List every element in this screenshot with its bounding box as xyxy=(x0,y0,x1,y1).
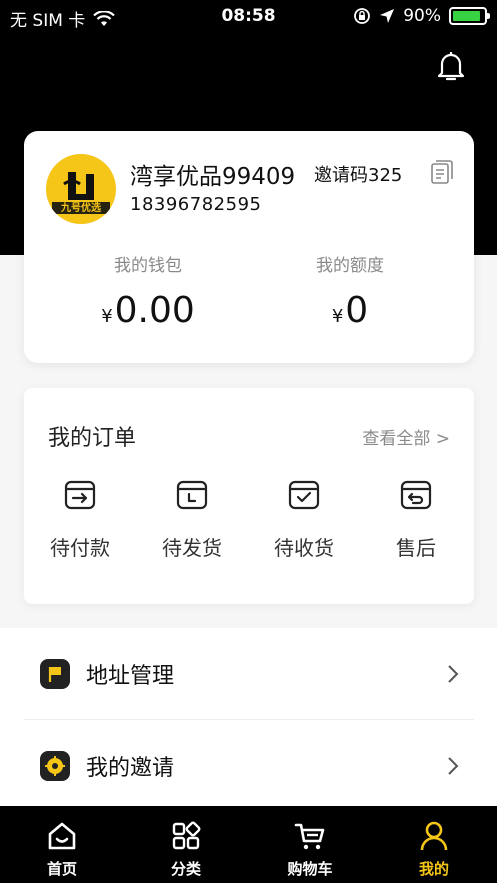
tab-profile[interactable]: 我的 xyxy=(372,806,496,883)
pending-payment-icon xyxy=(64,480,96,510)
menu-label: 我的邀请 xyxy=(86,756,175,781)
order-pending-payment[interactable]: 待付款 xyxy=(24,478,136,561)
orders-title: 我的订单 xyxy=(48,426,137,451)
wallet-value: 0.00 xyxy=(114,290,195,331)
order-label: 待付款 xyxy=(50,536,110,560)
order-pending-receipt[interactable]: 待收货 xyxy=(248,478,360,561)
battery-level xyxy=(453,11,480,21)
pending-shipment-icon xyxy=(176,480,208,510)
battery-percent: 90% xyxy=(403,6,441,26)
chevron-right-icon xyxy=(448,664,459,683)
after-sales-icon xyxy=(400,480,432,510)
order-pending-shipment[interactable]: 待发货 xyxy=(136,478,248,561)
invite-icon xyxy=(40,751,70,781)
status-right: 90% xyxy=(353,6,490,26)
order-label: 待收货 xyxy=(274,536,334,560)
chevron-right-icon xyxy=(448,757,459,775)
category-icon xyxy=(172,821,201,850)
home-icon xyxy=(48,822,76,850)
status-bar: 无 SIM 卡 08:58 90% xyxy=(0,0,497,34)
profile-card: 九号优选 湾享优品99409 邀请码325 18396782595 我的钱包 ¥… xyxy=(24,131,474,363)
tab-bar: 首页 分类 购物车 我的 xyxy=(0,806,497,883)
view-all-orders-link[interactable]: 查看全部 > xyxy=(362,424,450,449)
profile-icon xyxy=(420,821,448,851)
order-label: 售后 xyxy=(396,536,436,560)
tab-label: 分类 xyxy=(170,860,201,878)
battery-icon xyxy=(449,7,490,25)
tab-category[interactable]: 分类 xyxy=(124,806,248,883)
avatar-logo-text: 九号优选 xyxy=(61,203,101,214)
quota-label: 我的额度 xyxy=(316,256,384,276)
pending-receipt-icon xyxy=(288,480,320,510)
wallet-stat[interactable]: 我的钱包 ¥0.00 xyxy=(48,251,248,331)
quota-currency: ¥ xyxy=(331,306,344,327)
bell-icon[interactable] xyxy=(436,50,466,82)
orders-card: 我的订单 查看全部 > 待付款 待发货 待收货 售后 xyxy=(24,388,474,604)
wallet-currency: ¥ xyxy=(101,306,113,327)
tab-label: 首页 xyxy=(46,860,77,878)
phone-number: 18396782595 xyxy=(130,194,262,215)
menu-item-invite[interactable]: 我的邀请 xyxy=(24,720,474,812)
quota-stat[interactable]: 我的额度 ¥0 xyxy=(250,251,450,331)
quota-value-row: ¥0 xyxy=(250,290,450,331)
wallet-label: 我的钱包 xyxy=(114,256,182,276)
menu-label: 地址管理 xyxy=(86,663,175,689)
invite-code: 邀请码325 xyxy=(314,165,403,186)
menu-list: 地址管理 我的邀请 xyxy=(0,628,497,806)
menu-item-address[interactable]: 地址管理 xyxy=(24,628,474,720)
user-name: 湾享优品99409 xyxy=(130,164,296,190)
quota-value: 0 xyxy=(345,290,369,331)
avatar[interactable]: 九号优选 xyxy=(46,154,116,224)
tab-home[interactable]: 首页 xyxy=(0,806,124,883)
tab-label: 我的 xyxy=(418,860,449,878)
copy-icon[interactable] xyxy=(430,159,454,185)
flag-icon xyxy=(40,658,70,689)
wallet-value-row: ¥0.00 xyxy=(48,290,248,331)
order-after-sales[interactable]: 售后 xyxy=(360,478,472,561)
cart-icon xyxy=(294,823,325,850)
order-label: 待发货 xyxy=(162,536,222,560)
location-icon xyxy=(380,9,395,23)
tab-label: 购物车 xyxy=(287,860,333,878)
rotation-lock-icon xyxy=(354,8,371,24)
tab-cart[interactable]: 购物车 xyxy=(248,806,372,883)
